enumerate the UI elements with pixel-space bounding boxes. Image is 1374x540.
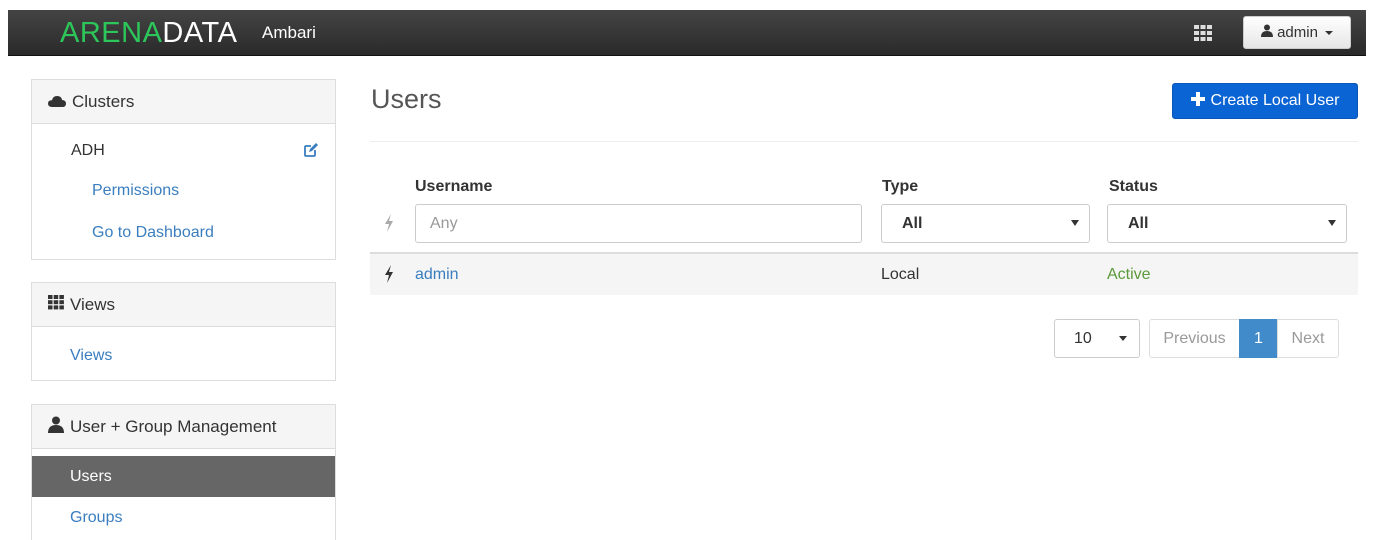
go-to-dashboard-link[interactable]: Go to Dashboard bbox=[92, 224, 214, 242]
user-menu-button[interactable]: admin bbox=[1243, 16, 1351, 49]
app-name: Ambari bbox=[262, 23, 316, 42]
table-row: admin Local Active bbox=[370, 254, 1358, 295]
user-mgmt-heading: User + Group Management bbox=[70, 416, 277, 436]
bolt-icon bbox=[383, 265, 395, 283]
select-arrow-icon bbox=[1119, 336, 1127, 341]
select-arrow-icon bbox=[1328, 220, 1336, 226]
column-header-type: Type bbox=[882, 178, 919, 195]
page-size-value: 10 bbox=[1074, 329, 1092, 347]
create-local-user-button[interactable]: Create Local User bbox=[1172, 83, 1358, 119]
type-filter-select[interactable]: All bbox=[881, 204, 1090, 243]
filter-bolt-icon[interactable] bbox=[383, 214, 395, 232]
user-mgmt-panel-heading: User + Group Management bbox=[32, 405, 335, 449]
cluster-name: ADH bbox=[71, 142, 105, 159]
user-menu-label: admin bbox=[1277, 24, 1318, 41]
user-icon bbox=[48, 416, 64, 438]
brand-part-arena: ARENA bbox=[60, 17, 163, 49]
grid-icon bbox=[48, 294, 64, 315]
sidebar-item-users[interactable]: Users bbox=[32, 456, 335, 497]
page-title: Users bbox=[371, 84, 442, 114]
top-navbar: ARENADATA Ambari admin bbox=[8, 10, 1366, 56]
clusters-panel-heading: Clusters bbox=[32, 80, 335, 124]
column-header-username: Username bbox=[415, 178, 493, 195]
select-arrow-icon bbox=[1071, 220, 1079, 226]
username-link[interactable]: admin bbox=[415, 266, 459, 284]
next-page-button[interactable]: Next bbox=[1277, 319, 1339, 358]
pagination: Previous 1 Next bbox=[1149, 319, 1339, 358]
title-divider bbox=[370, 141, 1358, 142]
views-link[interactable]: Views bbox=[70, 347, 112, 365]
user-status-cell: Active bbox=[1107, 266, 1151, 283]
type-filter-value: All bbox=[902, 214, 923, 232]
user-type-cell: Local bbox=[881, 266, 920, 283]
apps-grid-icon[interactable] bbox=[1192, 22, 1214, 44]
user-icon bbox=[1261, 24, 1274, 41]
cloud-icon bbox=[48, 92, 66, 112]
column-header-status: Status bbox=[1109, 178, 1158, 195]
status-filter-select[interactable]: All bbox=[1107, 204, 1347, 243]
plus-icon bbox=[1190, 91, 1205, 111]
permissions-link[interactable]: Permissions bbox=[92, 182, 179, 200]
previous-page-button[interactable]: Previous bbox=[1149, 319, 1240, 358]
create-local-user-label: Create Local User bbox=[1210, 92, 1340, 109]
views-panel-heading: Views bbox=[32, 283, 335, 327]
status-filter-value: All bbox=[1128, 214, 1149, 232]
sidebar-item-groups[interactable]: Groups bbox=[32, 497, 335, 538]
username-filter-input[interactable] bbox=[415, 204, 862, 243]
clusters-heading: Clusters bbox=[72, 91, 135, 111]
caret-down-icon bbox=[1324, 30, 1333, 35]
page-1-button[interactable]: 1 bbox=[1239, 319, 1278, 358]
edit-cluster-icon[interactable] bbox=[303, 142, 319, 158]
brand-logo[interactable]: ARENADATA bbox=[60, 16, 237, 50]
views-heading: Views bbox=[70, 294, 116, 314]
views-panel: Views Views bbox=[31, 282, 336, 381]
brand-part-data: DATA bbox=[162, 17, 238, 49]
clusters-panel: Clusters ADH Permissions Go to Dashboard bbox=[31, 79, 336, 260]
page-size-select[interactable]: 10 bbox=[1054, 319, 1140, 358]
user-group-management-panel: User + Group Management Users Groups bbox=[31, 404, 336, 540]
